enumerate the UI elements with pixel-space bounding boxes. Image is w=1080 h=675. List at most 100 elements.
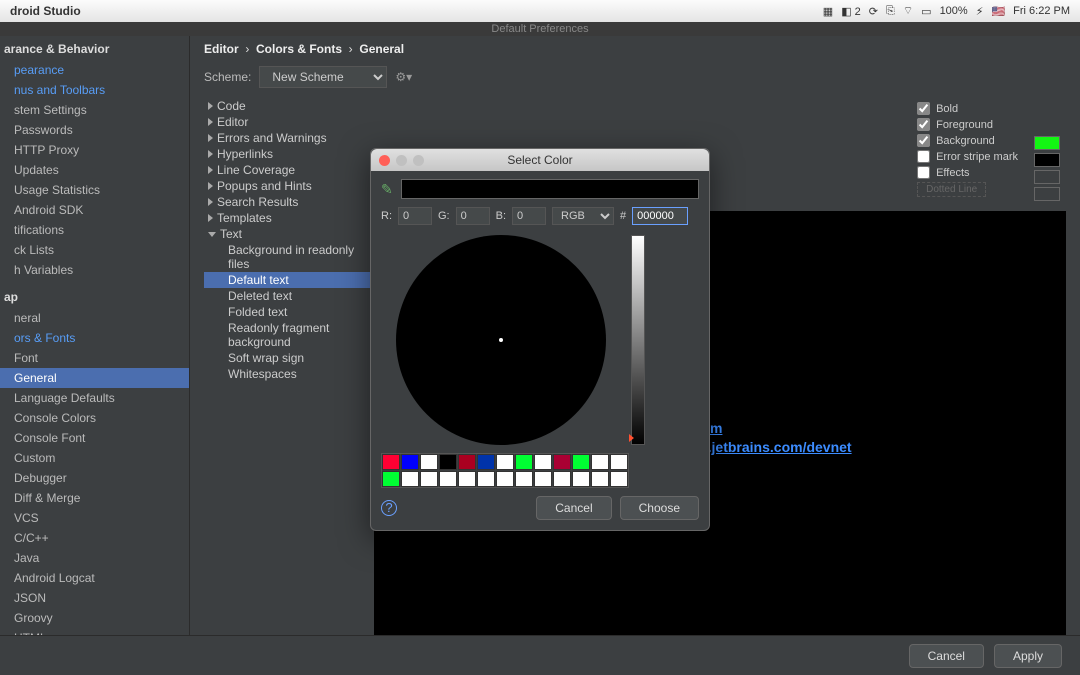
tree-sub-node[interactable]: Deleted text: [204, 288, 374, 304]
tree-node-text[interactable]: Text: [204, 226, 374, 242]
sidebar-item[interactable]: ck Lists: [0, 240, 189, 260]
swatch[interactable]: [572, 454, 590, 470]
swatch[interactable]: [515, 454, 533, 470]
swatch[interactable]: [553, 471, 571, 487]
eff-swatch[interactable]: [1034, 187, 1060, 201]
apply-button[interactable]: Apply: [994, 644, 1062, 668]
app-menu-name[interactable]: droid Studio: [10, 4, 81, 18]
swatch[interactable]: [458, 471, 476, 487]
sidebar-item[interactable]: Console Colors: [0, 408, 189, 428]
tree-sub-node[interactable]: Readonly fragment background: [204, 320, 374, 350]
r-input[interactable]: [398, 207, 432, 225]
stripe-swatch[interactable]: [1034, 170, 1060, 184]
swatch[interactable]: [401, 471, 419, 487]
sidebar-item[interactable]: Console Font: [0, 428, 189, 448]
dialog-titlebar[interactable]: Select Color: [371, 149, 709, 171]
bg-checkbox[interactable]: [917, 134, 930, 147]
tree-node[interactable]: Errors and Warnings: [204, 130, 374, 146]
cancel-button[interactable]: Cancel: [909, 644, 984, 668]
tree-node[interactable]: Hyperlinks: [204, 146, 374, 162]
tree-node[interactable]: Editor: [204, 114, 374, 130]
eyedropper-icon[interactable]: ✎: [381, 181, 393, 198]
sidebar-item[interactable]: pearance: [0, 60, 189, 80]
battery-icon: ⚡︎: [976, 5, 984, 18]
hex-input[interactable]: [632, 207, 688, 225]
sidebar-item[interactable]: Java: [0, 548, 189, 568]
tree-node[interactable]: Popups and Hints: [204, 178, 374, 194]
swatch[interactable]: [477, 454, 495, 470]
sidebar-item[interactable]: neral: [0, 308, 189, 328]
tree-sub-node[interactable]: Whitespaces: [204, 366, 374, 382]
swatch[interactable]: [496, 454, 514, 470]
sidebar-item[interactable]: HTTP Proxy: [0, 140, 189, 160]
swatch[interactable]: [591, 471, 609, 487]
sidebar-item[interactable]: tifications: [0, 220, 189, 240]
gear-icon[interactable]: ⚙︎▾: [395, 70, 412, 84]
sidebar-item[interactable]: stem Settings: [0, 100, 189, 120]
tree-node[interactable]: Line Coverage: [204, 162, 374, 178]
swatch[interactable]: [515, 471, 533, 487]
brightness-slider[interactable]: [631, 235, 645, 445]
close-icon[interactable]: [379, 155, 390, 166]
sidebar-item[interactable]: Custom: [0, 448, 189, 468]
swatch[interactable]: [458, 454, 476, 470]
swatch[interactable]: [496, 471, 514, 487]
swatch[interactable]: [420, 471, 438, 487]
tree-sub-node[interactable]: Background in readonly files: [204, 242, 374, 272]
sidebar-item[interactable]: nus and Toolbars: [0, 80, 189, 100]
bold-checkbox[interactable]: [917, 102, 930, 115]
sidebar-item[interactable]: General: [0, 368, 189, 388]
swatch[interactable]: [439, 454, 457, 470]
sidebar-item[interactable]: h Variables: [0, 260, 189, 280]
swatch[interactable]: [382, 471, 400, 487]
sidebar-item[interactable]: ors & Fonts: [0, 328, 189, 348]
bg-swatch[interactable]: [1034, 153, 1060, 167]
sidebar-item[interactable]: Updates: [0, 160, 189, 180]
swatch[interactable]: [534, 471, 552, 487]
tree-node[interactable]: Templates: [204, 210, 374, 226]
swatch[interactable]: [401, 454, 419, 470]
swatch[interactable]: [553, 454, 571, 470]
swatch[interactable]: [591, 454, 609, 470]
sidebar-item[interactable]: Debugger: [0, 468, 189, 488]
dialog-cancel-button[interactable]: Cancel: [536, 496, 611, 520]
sidebar-item[interactable]: Passwords: [0, 120, 189, 140]
scheme-select[interactable]: New Scheme: [259, 66, 387, 88]
recent-swatches[interactable]: [381, 453, 629, 488]
sidebar-item[interactable]: Language Defaults: [0, 388, 189, 408]
tree-sub-node[interactable]: Soft wrap sign: [204, 350, 374, 366]
tree-node[interactable]: Code: [204, 98, 374, 114]
help-icon[interactable]: ?: [381, 500, 397, 516]
dialog-choose-button[interactable]: Choose: [620, 496, 699, 520]
swatch[interactable]: [420, 454, 438, 470]
g-input[interactable]: [456, 207, 490, 225]
tree-sub-node[interactable]: Folded text: [204, 304, 374, 320]
sidebar-item[interactable]: JSON: [0, 588, 189, 608]
color-mode-select[interactable]: RGB: [552, 207, 614, 225]
sidebar-item[interactable]: Font: [0, 348, 189, 368]
swatch[interactable]: [439, 471, 457, 487]
sidebar-item[interactable]: VCS: [0, 508, 189, 528]
fg-checkbox[interactable]: [917, 118, 930, 131]
swatch[interactable]: [534, 454, 552, 470]
fg-swatch[interactable]: [1034, 136, 1060, 150]
color-wheel[interactable]: [381, 235, 621, 445]
b-input[interactable]: [512, 207, 546, 225]
swatch[interactable]: [382, 454, 400, 470]
effects-style[interactable]: Dotted Line: [917, 182, 986, 197]
sidebar-item[interactable]: Android Logcat: [0, 568, 189, 588]
sidebar-item[interactable]: C/C++: [0, 528, 189, 548]
tree-node[interactable]: Search Results: [204, 194, 374, 210]
swatch[interactable]: [477, 471, 495, 487]
sidebar-item[interactable]: Diff & Merge: [0, 488, 189, 508]
swatch[interactable]: [572, 471, 590, 487]
category-tree[interactable]: CodeEditorErrors and WarningsHyperlinksL…: [204, 98, 374, 675]
stripe-checkbox[interactable]: [917, 150, 930, 163]
tree-sub-node[interactable]: Default text: [204, 272, 374, 288]
swatch[interactable]: [610, 471, 628, 487]
effects-checkbox[interactable]: [917, 166, 930, 179]
swatch[interactable]: [610, 454, 628, 470]
sidebar-item[interactable]: Usage Statistics: [0, 180, 189, 200]
sidebar-item[interactable]: Groovy: [0, 608, 189, 628]
sidebar-item[interactable]: Android SDK: [0, 200, 189, 220]
